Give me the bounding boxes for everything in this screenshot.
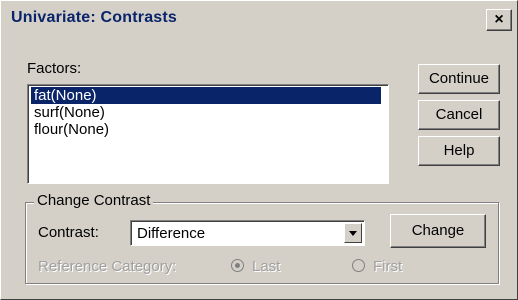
factors-listbox[interactable]: fat(None) surf(None) flour(None) <box>27 84 389 184</box>
dropdown-button[interactable] <box>344 223 362 243</box>
close-button[interactable]: × <box>486 9 512 31</box>
factor-item-fat[interactable]: fat(None) <box>31 87 381 104</box>
dialog-title: Univariate: Contrasts <box>11 9 178 26</box>
change-button[interactable]: Change <box>390 214 486 248</box>
radio-first[interactable] <box>352 259 365 272</box>
contrast-dropdown[interactable]: Difference <box>130 220 365 246</box>
title-bar[interactable]: Univariate: Contrasts × <box>3 3 515 39</box>
change-contrast-group-label: Change Contrast <box>34 192 154 209</box>
cancel-button[interactable]: Cancel <box>418 100 500 130</box>
radio-selected-dot <box>235 263 240 268</box>
help-button[interactable]: Help <box>418 136 500 166</box>
factor-item-flour[interactable]: flour(None) <box>31 121 112 138</box>
factor-item-surf[interactable]: surf(None) <box>31 104 108 121</box>
contrast-value: Difference <box>137 225 206 242</box>
radio-first-label: First <box>373 258 403 275</box>
radio-last[interactable] <box>231 259 244 272</box>
contrast-label: Contrast: <box>38 224 99 241</box>
reference-category-label: Reference Category: <box>38 258 177 275</box>
radio-last-label: Last <box>252 258 281 275</box>
continue-button[interactable]: Continue <box>418 64 500 94</box>
chevron-down-icon <box>349 231 357 236</box>
factors-label: Factors: <box>27 60 82 77</box>
